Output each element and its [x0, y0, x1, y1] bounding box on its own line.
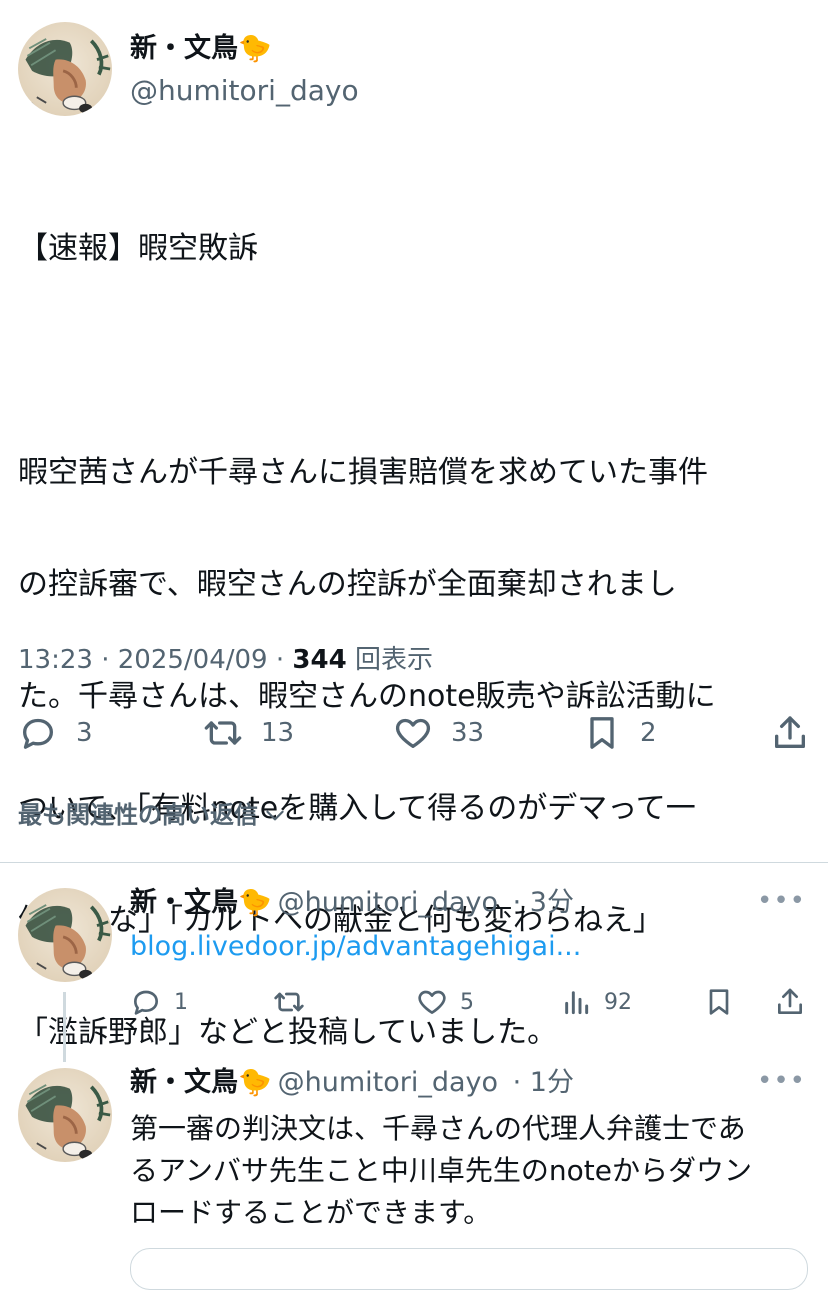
- tweet-text-line: の控訴審で、暇空さんの控訴が全面棄却されまし: [18, 567, 677, 602]
- retweet-button[interactable]: 13: [203, 708, 294, 758]
- heart-icon: [395, 718, 431, 748]
- share-icon: [775, 716, 805, 748]
- like-count: 5: [460, 989, 474, 1015]
- reply-button[interactable]: 3: [18, 708, 93, 758]
- bookmark-icon: [709, 989, 729, 1015]
- speech-bubble-icon: [134, 990, 158, 1015]
- reply-time[interactable]: 3分: [530, 887, 574, 918]
- replies-sort-label: 最も関連性の高い返信: [18, 801, 258, 829]
- divider: [0, 862, 828, 863]
- tweet-text-line: [18, 333, 810, 389]
- views-button[interactable]: 92: [560, 982, 632, 1022]
- like-count: 33: [451, 718, 485, 748]
- tweet-text-line: 暇空茜さんが千尋さんに損害賠償を求めていた事件: [18, 455, 708, 490]
- more-button[interactable]: •••: [757, 886, 806, 916]
- reply-count: 3: [76, 718, 93, 748]
- reply-author-name[interactable]: 新・文鳥🐤: [130, 887, 272, 918]
- reply-author-handle[interactable]: @humitori_dayo: [278, 1067, 498, 1098]
- view-count-label: 回表示: [354, 645, 433, 675]
- author-handle[interactable]: @humitori_dayo: [130, 74, 359, 108]
- avatar-image: [18, 888, 112, 982]
- reply-time[interactable]: 1分: [530, 1067, 574, 1098]
- meta-separator: ·: [504, 887, 530, 918]
- view-count: 92: [604, 989, 632, 1015]
- view-count: 344: [292, 645, 347, 675]
- author-name[interactable]: 新・文鳥🐤: [130, 32, 272, 66]
- tweet-meta: 13:23 · 2025/04/09 · 344 回表示: [18, 642, 433, 678]
- link-card[interactable]: [130, 1248, 808, 1290]
- avatar[interactable]: [18, 1068, 112, 1162]
- like-button[interactable]: 5: [416, 982, 474, 1022]
- reply-link[interactable]: blog.livedoor.jp/advantagehigai...: [130, 928, 581, 966]
- retweet-icon: [274, 992, 304, 1012]
- share-button[interactable]: [770, 708, 810, 758]
- tweet-text: 【速報】暇空敗訴 暇空茜さんが千尋さんに損害賠償を求めていた事件 の控訴審で、暇…: [18, 165, 810, 1117]
- tweet-text-line: 【速報】暇空敗訴: [18, 231, 258, 266]
- bookmark-count: 2: [640, 718, 657, 748]
- reply-header: 新・文鳥🐤 @humitori_dayo · 1分: [130, 1066, 574, 1100]
- meta-separator: ·: [504, 1067, 530, 1098]
- avatar[interactable]: [18, 22, 112, 116]
- retweet-count: 13: [261, 718, 295, 748]
- avatar-image: [18, 22, 112, 116]
- tweet-date[interactable]: 2025/04/09: [118, 645, 268, 675]
- share-button[interactable]: [774, 982, 806, 1022]
- chevron-down-icon: [266, 810, 284, 821]
- bookmark-button[interactable]: 2: [582, 708, 657, 758]
- reply-button[interactable]: 1: [130, 982, 188, 1022]
- meta-separator: ·: [101, 645, 118, 675]
- tweet-actions: 3 13 33 2: [0, 708, 828, 758]
- like-button[interactable]: 33: [393, 708, 484, 758]
- avatar[interactable]: [18, 888, 112, 982]
- speech-bubble-icon: [23, 718, 53, 749]
- reply-author-handle[interactable]: @humitori_dayo: [278, 887, 498, 918]
- more-dots-icon: •••: [756, 1066, 806, 1096]
- meta-separator: ·: [275, 645, 293, 675]
- retweet-icon: [204, 721, 242, 745]
- more-dots-icon: •••: [756, 886, 806, 916]
- reply-text-line: 第一審の判決文は、千尋さんの代理人弁護士であ: [130, 1112, 746, 1145]
- replies-sort-toggle[interactable]: 最も関連性の高い返信: [18, 798, 288, 832]
- reply-text-line: ロードすることができます。: [130, 1196, 492, 1229]
- heart-icon: [418, 990, 446, 1014]
- retweet-button[interactable]: [273, 982, 305, 1022]
- bar-chart-icon: [565, 991, 589, 1015]
- reply-actions: 1 5 92: [0, 982, 828, 1022]
- bookmark-icon: [590, 717, 614, 749]
- tweet-time[interactable]: 13:23: [18, 645, 93, 675]
- reply-text: 第一審の判決文は、千尋さんの代理人弁護士であ るアンバサ先生こと中川卓先生のno…: [130, 1108, 810, 1234]
- more-button[interactable]: •••: [757, 1066, 806, 1096]
- reply-author-name[interactable]: 新・文鳥🐤: [130, 1067, 272, 1098]
- bookmark-button[interactable]: [703, 982, 735, 1022]
- reply-header: 新・文鳥🐤 @humitori_dayo · 3分: [130, 886, 574, 920]
- share-icon: [778, 988, 802, 1014]
- reply-count: 1: [174, 989, 188, 1015]
- avatar-image: [18, 1068, 112, 1162]
- reply-text-line: るアンバサ先生こと中川卓先生のnoteからダウン: [130, 1154, 752, 1187]
